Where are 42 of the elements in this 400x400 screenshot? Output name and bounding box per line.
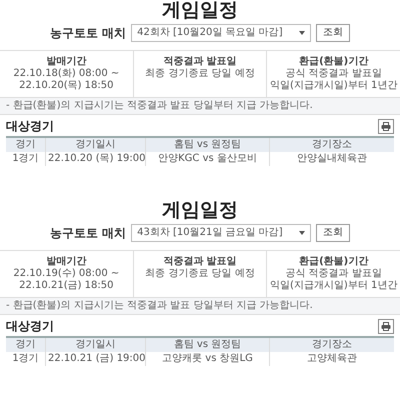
page-title: 게임일정	[161, 200, 239, 221]
page-title: 게임일정	[161, 0, 239, 21]
column-header: 경기	[6, 138, 46, 152]
round-select[interactable]: 42회차 [10월20일 목요일 마감]	[131, 24, 312, 42]
round-select[interactable]: 43회차 [10월21일 금요일 마감]	[131, 224, 312, 242]
search-button[interactable]: 조회	[316, 24, 350, 42]
column-header: 경기장소	[270, 338, 394, 352]
table-cell: 1경기	[6, 352, 46, 366]
table-cell-text: 안양실내체육관	[296, 152, 368, 166]
match-label: 농구토토 매치	[50, 26, 126, 40]
table-cell: 고양캐롯 vs 창원LG	[146, 352, 270, 366]
table-cell-text: 고양체육관	[306, 352, 358, 366]
info-text: 공식 적중결과 발표일	[284, 68, 383, 80]
search-button[interactable]: 조회	[316, 224, 350, 242]
info-text: 익일(지급개시일)부터 1년간	[269, 280, 398, 292]
info-label: 환급(환불)기간	[298, 56, 370, 68]
info-text: 최종 경기종료 당일 예정	[144, 68, 256, 80]
column-header: 홈팀 vs 원정팀	[146, 338, 270, 352]
table-cell: 1경기	[6, 152, 46, 166]
info-text: 22.10.18(화) 08:00 ~ 22.10.20(목) 18:50	[12, 68, 120, 92]
info-text: 22.10.19(수) 08:00 ~ 22.10.21(금) 18:50	[12, 268, 120, 292]
info-label: 환급(환불)기간	[298, 256, 370, 268]
info-label: 발매기간	[45, 256, 88, 268]
info-text: 공식 적중결과 발표일	[284, 268, 383, 280]
match-label: 농구토토 매치	[50, 226, 126, 240]
info-text: 익일(지급개시일)부터 1년간	[269, 80, 398, 92]
info-label: 적중결과 발표일	[162, 56, 238, 68]
info-label: 적중결과 발표일	[162, 256, 238, 268]
column-header: 홈팀 vs 원정팀	[146, 138, 270, 152]
info-label: 발매기간	[45, 56, 88, 68]
notice-text: - 환급(환불)의 지급시기는 적중결과 발표 당일부터 지급 가능합니다.	[0, 296, 400, 315]
table-cell: 22.10.20 (목) 19:00	[46, 152, 146, 166]
table-cell: 22.10.21 (금) 19:00	[46, 352, 146, 366]
column-header: 경기	[6, 338, 46, 352]
notice-text: - 환급(환불)의 지급시기는 적중결과 발표 당일부터 지급 가능합니다.	[0, 96, 400, 115]
column-header: 경기일시	[46, 338, 146, 352]
section-title: 대상경기	[6, 119, 54, 134]
column-header: 경기장소	[270, 138, 394, 152]
info-text: 최종 경기종료 당일 예정	[144, 268, 256, 280]
section-title: 대상경기	[6, 319, 54, 334]
column-header: 경기일시	[46, 138, 146, 152]
table-cell: 안양KGC vs 울산모비	[146, 152, 270, 166]
